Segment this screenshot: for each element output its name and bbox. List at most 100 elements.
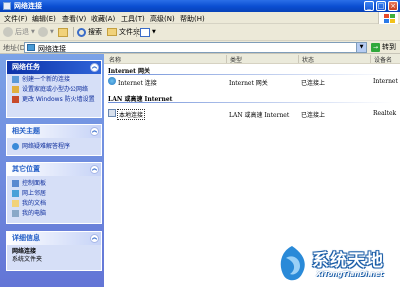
task-label: 创建一个新的连接 [22,76,71,83]
group-divider [108,102,393,103]
go-button[interactable]: → 转到 [371,42,396,52]
details-body: 网络连接 系统文件夹 [7,245,101,268]
place-network-places[interactable]: 网上邻居 [7,188,101,198]
maximize-button[interactable]: □ [376,1,386,11]
address-bar: 地址(D) 网络连接 ▼ → 转到 [0,41,400,54]
collapse-icon[interactable]: ︽ [90,234,99,243]
see-also-title: 相关主题 [12,127,40,135]
watermark-text-cn: 系统天地 [312,251,384,271]
my-computer-icon [12,210,19,217]
item-device: Realtek [373,110,397,117]
place-label: 我的文档 [22,200,47,207]
window-title: 网络连接 [14,2,42,10]
menu-tools[interactable]: 工具(T) [121,14,145,24]
chevron-down-icon[interactable]: ▼ [356,43,366,52]
menu-help[interactable]: 帮助(H) [180,14,205,24]
menu-view[interactable]: 查看(V) [62,14,86,24]
list-item[interactable]: 本地连接 LAN 或高速 Internet 已连接上 Realtek [104,108,400,120]
task-label: 设置家庭或小型办公网络 [22,86,89,93]
network-connections-icon [3,2,11,10]
list-item[interactable]: Internet 连接 Internet 网关 已连接上 Internet [104,76,400,87]
task-change-firewall[interactable]: 更改 Windows 防火墙设置 [7,94,101,104]
place-label: 控制面板 [22,180,47,187]
windows-logo-icon [378,12,398,24]
menu-advanced[interactable]: 高级(N) [150,14,175,24]
watermark-text-en: XiTongTianDi.net [316,270,384,278]
local-connection-icon [108,109,116,117]
place-label: 网上邻居 [22,190,47,197]
other-places-title: 其它位置 [12,165,40,173]
place-label: 我的电脑 [22,210,47,217]
task-create-connection[interactable]: 创建一个新的连接 [7,74,101,84]
internet-connection-icon [108,77,116,85]
views-icon [140,27,150,37]
search-label: 搜索 [88,28,102,36]
network-places-icon [12,190,19,197]
minimize-button[interactable]: _ [364,1,374,11]
watermark-logo-icon [280,246,305,281]
search-icon [77,27,86,37]
column-type[interactable]: 类型 [227,55,242,64]
item-name: Internet 连接 [118,80,157,87]
folder-up-icon [58,27,68,37]
see-also-troubleshooter[interactable]: 网络疑难解答程序 [7,138,101,151]
menu-file[interactable]: 文件(F) [4,14,28,24]
back-label: 后退 [15,28,29,36]
home-network-icon [12,86,19,93]
details-type: 系统文件夹 [12,256,43,263]
task-label: 更改 Windows 防火墙设置 [22,96,95,103]
close-button[interactable]: × [388,1,398,11]
place-my-computer[interactable]: 我的电脑 [7,208,101,218]
new-connection-icon [12,76,19,83]
place-control-panel[interactable]: 控制面板 [7,176,101,188]
collapse-icon[interactable]: ︽ [90,127,99,136]
back-button[interactable]: 后退 ▼ [3,26,35,38]
menu-edit[interactable]: 编辑(E) [32,14,56,24]
my-documents-icon [12,200,19,207]
task-pane: 网络任务 ︽ 创建一个新的连接 设置家庭或小型办公网络 更改 Windows 防… [0,54,104,287]
firewall-icon [12,96,19,103]
menu-favorites[interactable]: 收藏(A) [91,14,115,24]
title-bar: 网络连接 _ □ × [0,0,400,12]
address-input[interactable]: 网络连接 ▼ [24,42,367,53]
details-panel: 详细信息 ︽ 网络连接 系统文件夹 [6,231,102,271]
search-button[interactable]: 搜索 [77,26,102,38]
see-also-header[interactable]: 相关主题 ︽ [7,125,101,138]
place-my-documents[interactable]: 我的文档 [7,198,101,208]
details-title: 详细信息 [12,234,40,242]
column-header-row: 名称 类型 状态 设备名 [104,54,400,64]
address-value: 网络连接 [38,45,66,53]
views-button[interactable]: ▼ [140,26,156,38]
other-places-panel: 其它位置 ︽ 控制面板 网上邻居 我的文档 我的电脑 [6,162,102,224]
network-tasks-title: 网络任务 [12,63,40,71]
group-divider [108,74,393,75]
item-name: 本地连接 [117,109,146,120]
see-also-label: 网络疑难解答程序 [22,143,71,150]
chevron-down-icon: ▼ [152,29,156,35]
other-places-header[interactable]: 其它位置 ︽ [7,163,101,176]
network-connections-icon [27,44,35,51]
folder-icon [107,28,117,36]
control-panel-icon [12,180,19,187]
task-setup-home-network[interactable]: 设置家庭或小型办公网络 [7,84,101,94]
collapse-icon[interactable]: ︽ [90,165,99,174]
forward-button[interactable]: ▼ [38,26,54,38]
menu-bar: 文件(F) 编辑(E) 查看(V) 收藏(A) 工具(T) 高级(N) 帮助(H… [0,12,400,24]
item-status: 已连接上 [301,80,326,87]
site-watermark: 系统天地 XiTongTianDi.net [272,242,400,287]
details-header[interactable]: 详细信息 ︽ [7,232,101,245]
item-type: LAN 或高速 Internet [229,112,290,119]
help-icon [12,143,19,150]
collapse-icon[interactable]: ︽ [90,63,99,72]
network-tasks-header[interactable]: 网络任务 ︽ [7,61,101,74]
toolbar: 后退 ▼ ▼ 搜索 文件夹 ▼ [0,24,400,41]
chevron-down-icon: ▼ [50,29,54,35]
column-device[interactable]: 设备名 [371,55,392,64]
column-status[interactable]: 状态 [299,55,314,64]
column-name[interactable]: 名称 [106,55,121,64]
go-label: 转到 [382,43,396,51]
details-name: 网络连接 [12,248,37,255]
see-also-panel: 相关主题 ︽ 网络疑难解答程序 [6,124,102,156]
network-tasks-panel: 网络任务 ︽ 创建一个新的连接 设置家庭或小型办公网络 更改 Windows 防… [6,60,102,118]
up-button[interactable] [58,26,68,38]
